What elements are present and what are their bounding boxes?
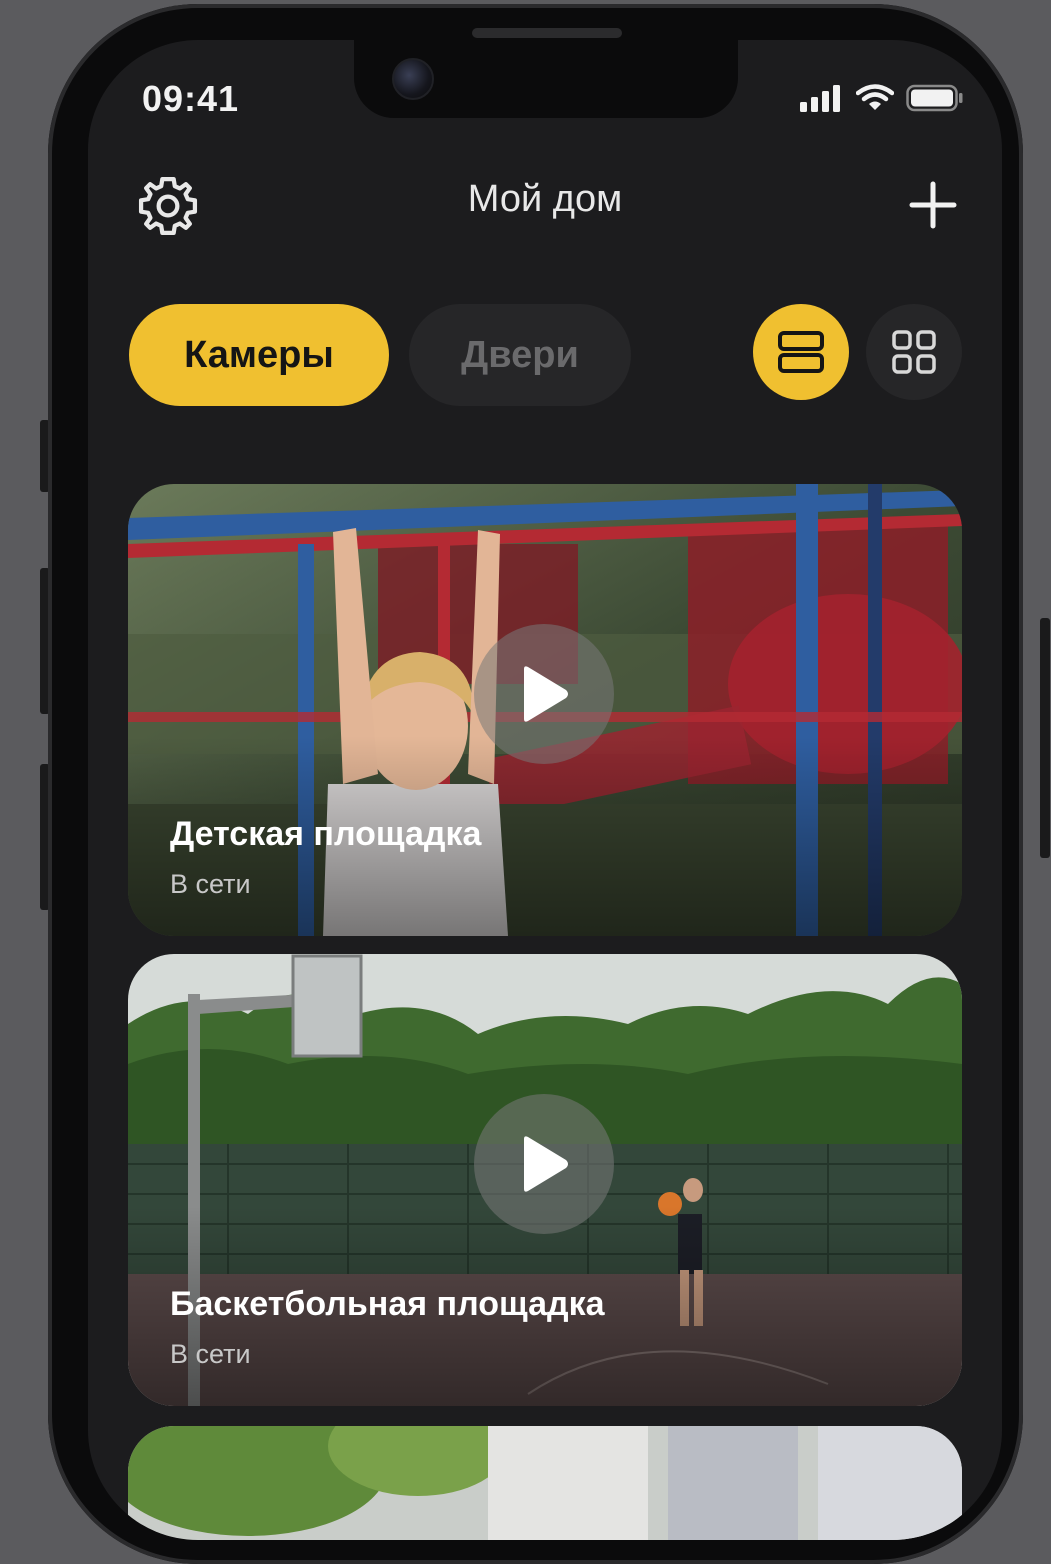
plus-icon[interactable] [908,180,958,230]
camera-card[interactable]: Баскетбольная площадка В сети [128,954,962,1406]
camera-title: Детская площадка [170,815,482,853]
camera-card[interactable] [128,1426,962,1540]
phone-speaker [472,28,622,38]
status-time: 09:41 [142,78,240,119]
play-icon [524,666,568,722]
camera-card[interactable]: Детская площадка В сети [128,484,962,936]
app-screen: 09:41 Мой дом Камеры Двери Детская площа… [88,40,1002,1540]
list-view-button[interactable] [753,304,849,400]
status-icons [800,84,964,112]
notch [354,40,738,118]
tab-cameras[interactable]: Камеры [129,304,389,406]
signal-icon [800,85,840,112]
front-camera [392,58,434,100]
grid-view-button[interactable] [866,304,962,400]
play-icon [524,1136,568,1192]
play-button[interactable] [474,1094,614,1234]
grid-view-icon [892,330,936,374]
camera-status: В сети [170,1339,251,1369]
play-button[interactable] [474,624,614,764]
tab-doors[interactable]: Двери [409,304,631,406]
camera-preview-image [128,1426,962,1540]
camera-title: Баскетбольная площадка [170,1285,605,1323]
phone-side-button [1040,618,1050,858]
list-view-icon [778,331,824,373]
battery-icon [906,84,963,112]
wifi-icon [856,84,894,110]
page-title: Мой дом [467,178,623,220]
camera-status: В сети [170,869,251,899]
